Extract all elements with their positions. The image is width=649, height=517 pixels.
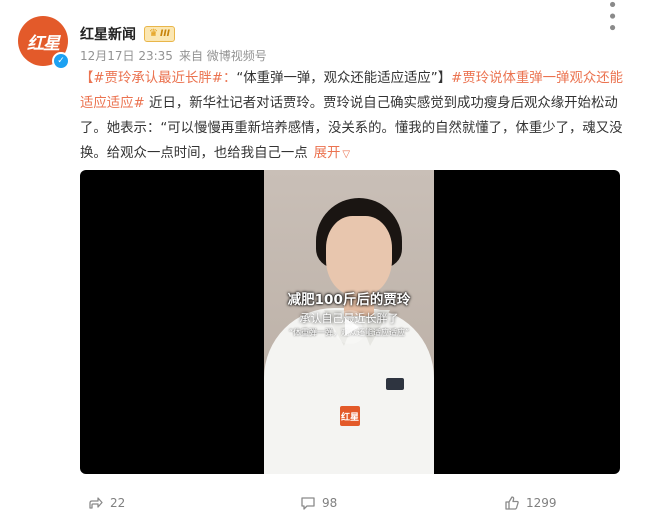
author-row: 红星新闻 ♛ III (80, 24, 176, 44)
crown-icon: ♛ (149, 28, 158, 39)
chevron-down-icon: ▽ (342, 149, 351, 160)
share-count: 22 (110, 496, 126, 510)
author-name[interactable]: 红星新闻 (80, 24, 136, 44)
post-body: 近日，新华社记者对话贾玲。贾玲说自己确实感觉到成功瘦身后观众缘开始松动了。她表示… (80, 96, 623, 161)
verified-badge-icon: ✓ (52, 52, 70, 70)
avatar-logo-text: 红星 (27, 33, 60, 54)
weibo-post: 红星 ✓ 红星新闻 ♛ III 12月17日 23:35 来自 微博视频号 ••… (0, 0, 649, 517)
post-quote: “体重弹一弹，观众还能适应适应” (236, 71, 438, 86)
bracket-close: 】 (437, 71, 452, 86)
person-face (326, 216, 392, 296)
topic-tag-1[interactable]: 【#贾玲承认最近长胖#： (80, 71, 236, 86)
lapel-mic-icon (386, 378, 404, 390)
post-meta: 12月17日 23:35 来自 微博视频号 (80, 47, 267, 64)
comment-button[interactable]: 98 (300, 495, 337, 511)
post-text: 【#贾玲承认最近长胖#：“体重弹一弹，观众还能适应适应”】#贾玲说体重弹一弹观众… (80, 66, 628, 167)
like-count: 1299 (526, 496, 557, 510)
play-icon[interactable] (333, 310, 367, 344)
logo-patch: 红星 (340, 406, 360, 426)
share-icon (89, 497, 103, 509)
expand-label: 展开 (313, 146, 341, 161)
action-bar: 22 98 1299 (80, 490, 640, 516)
thumbs-up-icon (505, 496, 519, 510)
badge-level: III (159, 29, 171, 39)
share-button[interactable]: 22 (88, 495, 125, 511)
video-player[interactable]: 红星 减肥100斤后的贾玲 承认自己最近长胖了 “体重弹一弹，观众还能适应适应” (80, 170, 620, 474)
like-button[interactable]: 1299 (504, 495, 557, 511)
vip-badge[interactable]: ♛ III (144, 26, 176, 42)
logo-patch-text: 红星 (340, 412, 359, 423)
comment-count: 98 (322, 496, 338, 510)
comment-icon (301, 497, 315, 510)
expand-link[interactable]: 展开 ▽ (314, 146, 350, 161)
post-time[interactable]: 12月17日 23:35 (80, 47, 173, 64)
more-options-icon[interactable]: ••• (601, 0, 622, 34)
post-source: 来自 微博视频号 (178, 49, 267, 63)
video-caption-title: 减肥100斤后的贾玲 (287, 292, 411, 308)
